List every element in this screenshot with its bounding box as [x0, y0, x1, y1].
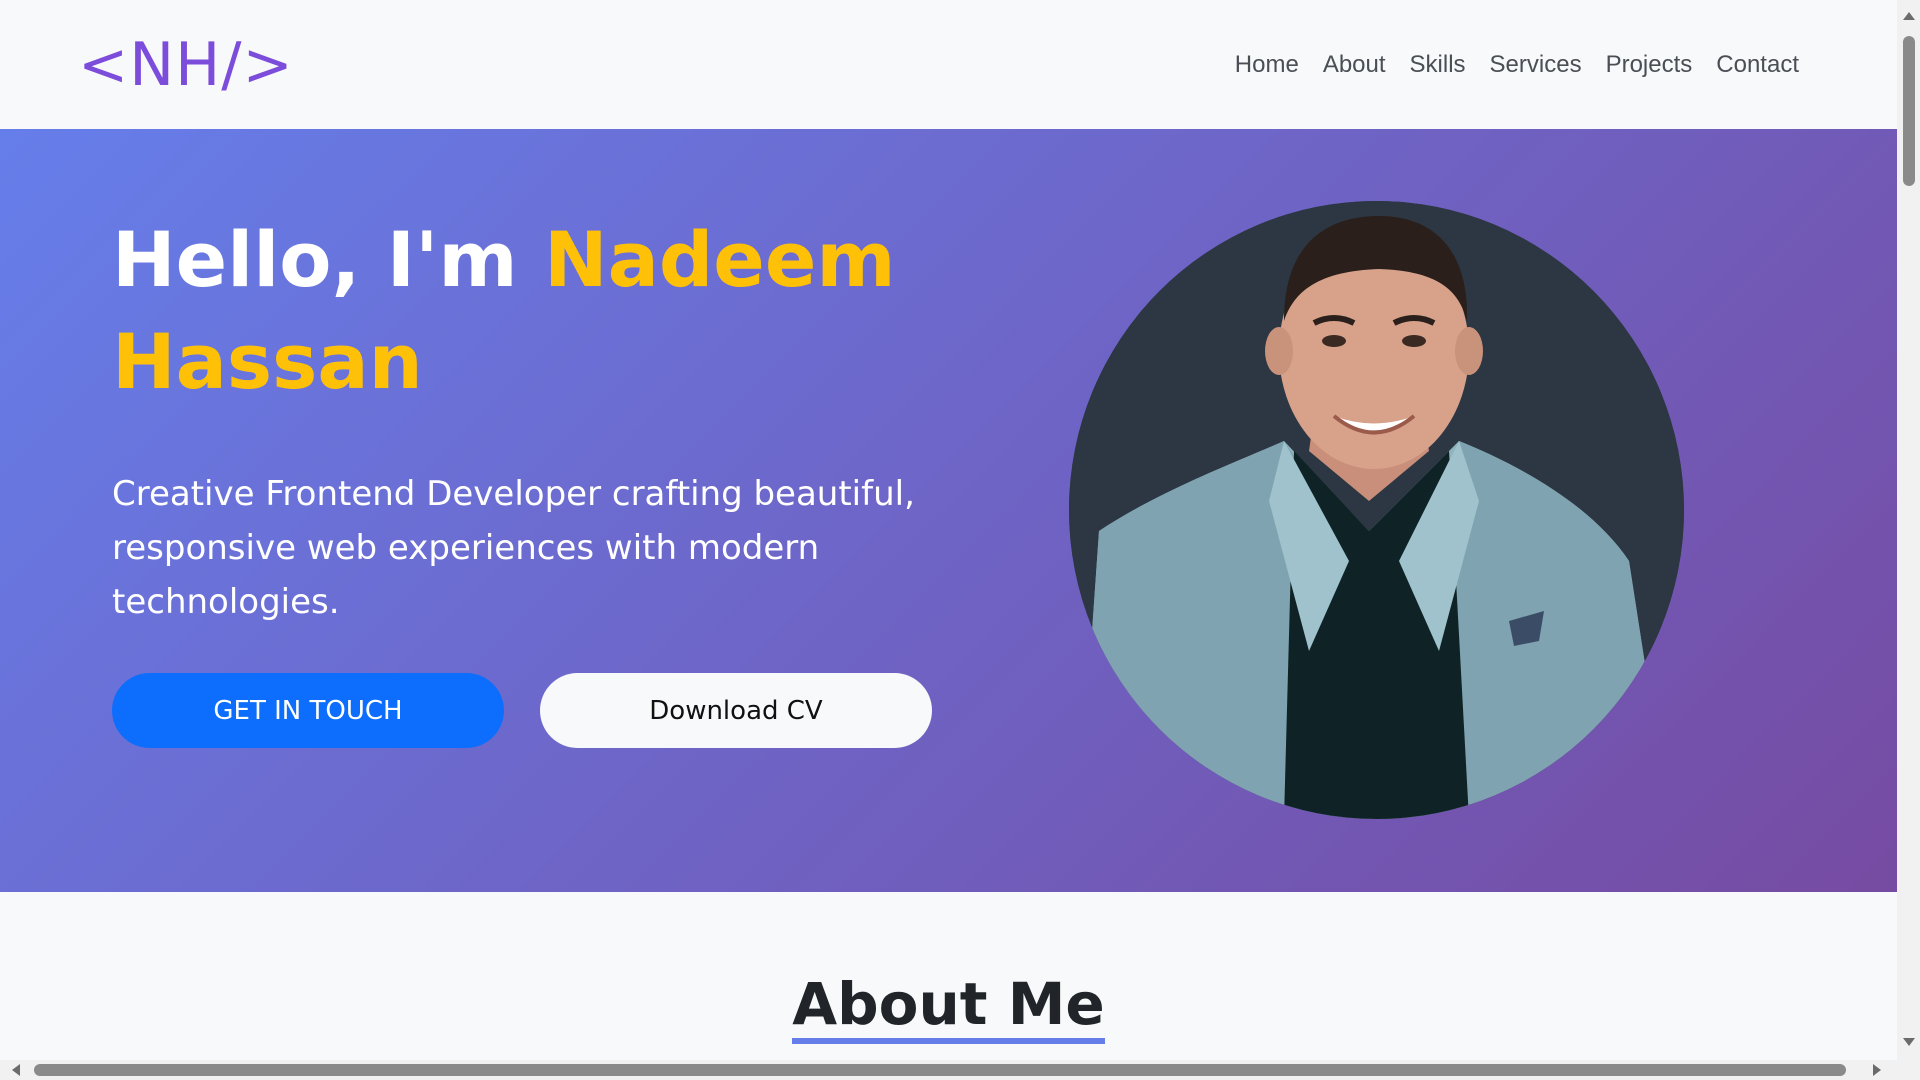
nav-item-home: Home [1223, 51, 1311, 79]
nav-link-home[interactable]: Home [1235, 51, 1299, 78]
scroll-right-arrow-icon[interactable] [1873, 1064, 1881, 1076]
nav-link-skills[interactable]: Skills [1410, 51, 1466, 78]
vertical-scroll-thumb[interactable] [1903, 36, 1915, 186]
scroll-up-arrow-icon[interactable] [1903, 12, 1915, 20]
profile-photo-icon [1069, 201, 1684, 819]
scroll-down-arrow-icon[interactable] [1903, 1038, 1915, 1046]
navbar: <NH/> Home About Skills Services Project… [0, 0, 1897, 129]
scroll-left-arrow-icon[interactable] [12, 1064, 20, 1076]
hero-subtitle: Creative Frontend Developer crafting bea… [112, 474, 915, 622]
nav-item-about: About [1311, 51, 1398, 79]
hero-section: Hello, I'm Nadeem Hassan Creative Fronte… [0, 129, 1897, 892]
nav-item-services: Services [1478, 51, 1594, 79]
nav-link-contact[interactable]: Contact [1716, 51, 1799, 78]
horizontal-scroll-thumb[interactable] [34, 1064, 1846, 1076]
about-section-heading: About Me [0, 970, 1897, 1044]
nav-item-contact: Contact [1704, 51, 1811, 79]
download-cv-button[interactable]: Download CV [540, 673, 932, 748]
hero-text: Hello, I'm Nadeem Hassan Creative Fronte… [112, 209, 932, 629]
horizontal-scrollbar[interactable] [0, 1060, 1897, 1080]
about-title: About Me [792, 970, 1105, 1044]
vertical-scrollbar[interactable] [1897, 0, 1920, 1080]
nav-link-services[interactable]: Services [1490, 51, 1582, 78]
hero-greeting: Hello, I'm [112, 215, 544, 304]
get-in-touch-button[interactable]: GET IN TOUCH [112, 673, 504, 748]
hero-buttons: GET IN TOUCH Download CV [112, 673, 932, 748]
nav-link-about[interactable]: About [1323, 51, 1386, 78]
nav-links: Home About Skills Services Projects Cont… [1223, 51, 1811, 79]
nav-item-skills: Skills [1398, 51, 1478, 79]
nav-item-projects: Projects [1594, 51, 1705, 79]
brand-logo[interactable]: <NH/> [78, 30, 294, 100]
nav-link-projects[interactable]: Projects [1606, 51, 1693, 78]
hero-title: Hello, I'm Nadeem Hassan [112, 209, 932, 413]
